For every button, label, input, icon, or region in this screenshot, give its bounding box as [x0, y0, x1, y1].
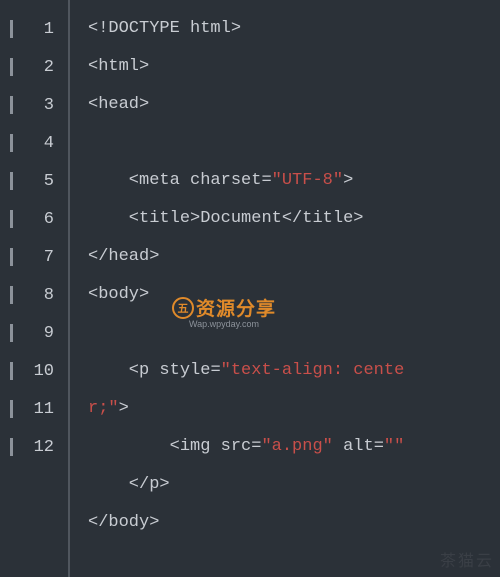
line-number: 1	[0, 10, 68, 48]
token-attr: style	[149, 361, 210, 380]
token-string: "UTF-8"	[272, 171, 343, 190]
code-line[interactable]	[88, 542, 500, 577]
token-string: r;"	[88, 399, 119, 418]
code-line[interactable]: <p style="text-align: cente	[88, 352, 500, 390]
token-punct: =	[261, 171, 271, 190]
code-line[interactable]: </head>	[88, 238, 500, 276]
code-line[interactable]: <head>	[88, 86, 500, 124]
line-number: 3	[0, 86, 68, 124]
token-punct: </	[282, 209, 302, 228]
token-punct: <	[88, 57, 98, 76]
token-tag: p	[149, 475, 159, 494]
code-line[interactable]	[88, 124, 500, 162]
token-punct: <	[88, 171, 139, 190]
token-punct: =	[374, 437, 384, 456]
token-punct: <!	[88, 19, 108, 38]
token-punct: </	[88, 513, 108, 532]
line-number: 8	[0, 276, 68, 314]
token-punct: =	[210, 361, 220, 380]
token-tag: head	[98, 95, 139, 114]
code-line[interactable]: <html>	[88, 48, 500, 86]
line-number: 5	[0, 162, 68, 200]
token-punct: >	[353, 209, 363, 228]
token-punct: >	[343, 171, 353, 190]
token-punct: <	[88, 361, 139, 380]
token-attr: src	[210, 437, 251, 456]
token-tag: meta	[139, 171, 180, 190]
token-punct: =	[251, 437, 261, 456]
line-number: 4	[0, 124, 68, 162]
token-string: ""	[384, 437, 404, 456]
token-tag: title	[302, 209, 353, 228]
code-line[interactable]: </body>	[88, 504, 500, 542]
token-punct: <	[88, 285, 98, 304]
token-punct: </	[88, 247, 108, 266]
token-tag: html	[98, 57, 139, 76]
token-punct: >	[190, 209, 200, 228]
line-number: 10	[0, 352, 68, 390]
token-punct: >	[159, 475, 169, 494]
token-punct: >	[231, 19, 241, 38]
token-punct: </	[88, 475, 149, 494]
token-tag: img	[180, 437, 211, 456]
token-tag: DOCTYPE html	[108, 19, 230, 38]
token-tag: body	[108, 513, 149, 532]
line-number: 6	[0, 200, 68, 238]
code-area[interactable]: <!DOCTYPE html><html><head> <meta charse…	[70, 0, 500, 577]
token-punct: <	[88, 437, 180, 456]
line-gutter: 123456789101112	[0, 0, 68, 577]
token-tag: p	[139, 361, 149, 380]
token-string: "a.png"	[261, 437, 332, 456]
token-punct: <	[88, 95, 98, 114]
token-punct: >	[149, 247, 159, 266]
line-number: 11	[0, 390, 68, 428]
code-line[interactable]: </p>	[88, 466, 500, 504]
token-punct: >	[139, 57, 149, 76]
token-tag: title	[139, 209, 190, 228]
token-text: Document	[200, 209, 282, 228]
token-tag: head	[108, 247, 149, 266]
token-punct: >	[139, 285, 149, 304]
token-attr: charset	[180, 171, 262, 190]
code-line[interactable]: r;">	[88, 390, 500, 428]
token-punct: <	[88, 209, 139, 228]
code-line[interactable]: <title>Document</title>	[88, 200, 500, 238]
line-number: 7	[0, 238, 68, 276]
token-attr: alt	[333, 437, 374, 456]
token-tag: body	[98, 285, 139, 304]
token-string: "text-align: cente	[221, 361, 405, 380]
code-line[interactable]	[88, 314, 500, 352]
token-punct: >	[119, 399, 129, 418]
token-punct: >	[149, 513, 159, 532]
code-editor: 123456789101112 <!DOCTYPE html><html><he…	[0, 0, 500, 577]
code-line[interactable]: <!DOCTYPE html>	[88, 10, 500, 48]
code-line[interactable]: <body>	[88, 276, 500, 314]
line-number: 12	[0, 428, 68, 466]
token-punct: >	[139, 95, 149, 114]
line-number: 2	[0, 48, 68, 86]
brand-label: 茶猫云	[440, 547, 494, 571]
code-line[interactable]: <meta charset="UTF-8">	[88, 162, 500, 200]
line-number: 9	[0, 314, 68, 352]
code-line[interactable]: <img src="a.png" alt=""	[88, 428, 500, 466]
